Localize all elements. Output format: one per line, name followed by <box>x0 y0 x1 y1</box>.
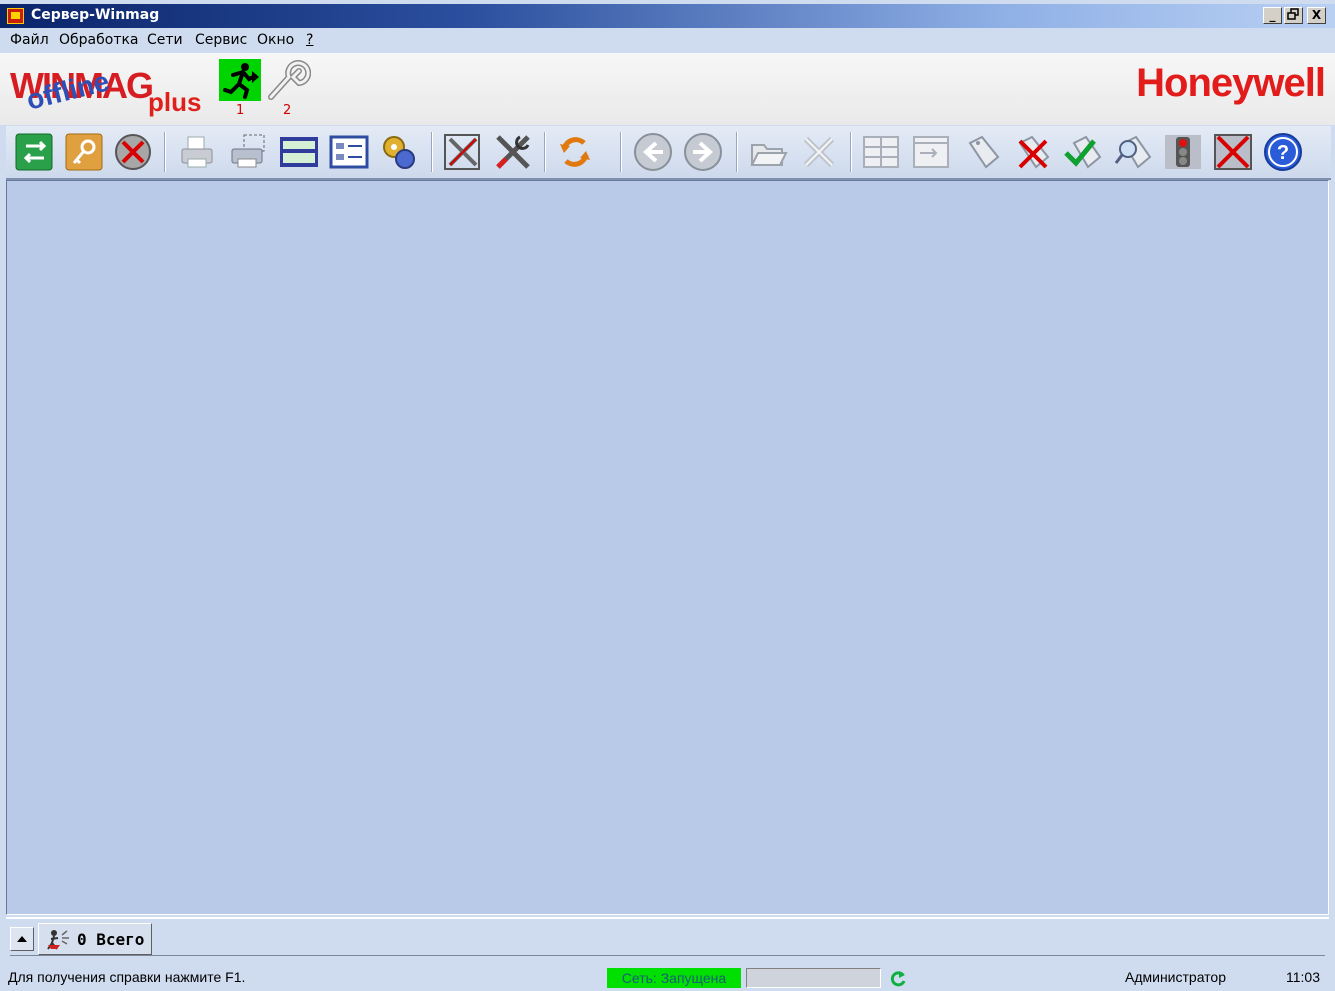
quick-button-2[interactable] <box>265 59 312 101</box>
grid-view-button[interactable] <box>860 131 902 173</box>
print-icon <box>181 136 213 168</box>
refresh-green-icon[interactable] <box>888 969 908 989</box>
app-icon[interactable] <box>7 8 24 24</box>
tag-icon <box>968 135 1000 169</box>
tag-delete-button[interactable] <box>1012 131 1054 173</box>
status-user: Администратор <box>1125 969 1227 985</box>
switch-icon <box>15 133 53 171</box>
svg-text:?: ? <box>1277 142 1289 164</box>
menu-processing[interactable]: Обработка <box>59 32 139 48</box>
disable-tools-button[interactable] <box>442 131 484 173</box>
menu-file[interactable]: Файл <box>10 32 49 48</box>
timeline-ruler <box>10 955 1325 962</box>
tag-check-button[interactable] <box>1062 131 1104 173</box>
alarm-count-tab[interactable]: 0 Всего <box>38 923 152 955</box>
alarm-count-label: 0 Всего <box>77 930 145 949</box>
status-help-text: Для получения справки нажмите F1. <box>8 969 246 985</box>
gears-button[interactable] <box>378 131 420 173</box>
print-button[interactable] <box>176 131 218 173</box>
gears-icon <box>383 136 415 169</box>
toolbar-separator <box>620 132 622 172</box>
quick-button-1[interactable] <box>219 59 261 101</box>
form-view-icon <box>913 136 949 168</box>
wrench-icon <box>268 60 312 100</box>
main-toolbar: ? <box>6 126 1331 180</box>
list-view-icon <box>329 135 369 169</box>
disable-tools-icon <box>444 134 480 170</box>
quick-button-1-label: 1 <box>236 103 245 118</box>
refresh-icon <box>560 137 590 167</box>
switch-button[interactable] <box>14 131 56 173</box>
back-icon <box>634 133 672 171</box>
logo-plus: plus <box>148 87 202 117</box>
grid-view-icon <box>863 136 899 168</box>
restore-icon <box>1287 8 1299 20</box>
cancel-icon <box>115 134 151 170</box>
minimize-button[interactable]: _ <box>1263 7 1282 24</box>
status-bar: Для получения справки нажмите F1. Сеть: … <box>0 964 1335 991</box>
close-x-icon <box>803 136 835 168</box>
traffic-light-icon <box>1165 135 1201 169</box>
status-progress <box>746 968 881 988</box>
quick-button-2-label: 2 <box>283 103 292 118</box>
help-button[interactable]: ? <box>1262 131 1304 173</box>
stop-box-icon <box>1214 134 1252 170</box>
banner: WINMAG offline plus 1 2 Honeywell <box>0 53 1335 125</box>
cancel-button[interactable] <box>112 131 154 173</box>
print-selection-icon <box>231 134 265 168</box>
tag-search-icon <box>1114 135 1152 169</box>
forward-icon <box>684 133 722 171</box>
close-button[interactable]: X <box>1307 7 1326 24</box>
alarm-panel: 0 Всего <box>6 917 1329 964</box>
keyboard-icon <box>280 137 318 167</box>
tools-icon <box>496 135 530 169</box>
open-folder-icon <box>750 144 788 166</box>
title-bar[interactable]: Сервер-Winmag _ X <box>0 4 1335 28</box>
key-button[interactable] <box>64 131 106 173</box>
tag-delete-icon <box>1018 135 1050 169</box>
app-window: Сервер-Winmag _ X Файл Обработка Сети Се… <box>0 0 1335 991</box>
toolbar-separator <box>164 132 166 172</box>
close-icon: X <box>1311 8 1322 22</box>
window-title: Сервер-Winmag <box>31 7 160 23</box>
list-view-button[interactable] <box>328 131 370 173</box>
forward-button[interactable] <box>682 131 724 173</box>
tag-search-button[interactable] <box>1112 131 1154 173</box>
stop-box-button[interactable] <box>1212 131 1254 173</box>
scroll-up-button[interactable] <box>10 927 34 951</box>
open-folder-button[interactable] <box>748 131 790 173</box>
key-icon <box>65 133 103 171</box>
toolbar-separator <box>431 132 433 172</box>
menu-help[interactable]: ? <box>306 32 313 48</box>
menu-window[interactable]: Окно <box>257 32 294 48</box>
toolbar-separator <box>736 132 738 172</box>
menu-networks[interactable]: Сети <box>147 32 183 48</box>
back-button[interactable] <box>632 131 674 173</box>
print-selection-button[interactable] <box>228 131 270 173</box>
tag-button[interactable] <box>962 131 1004 173</box>
help-icon: ? <box>1264 133 1302 171</box>
tag-check-icon <box>1064 135 1102 169</box>
honeywell-logo: Honeywell <box>1136 61 1326 105</box>
mdi-workspace[interactable] <box>6 180 1329 915</box>
form-view-button[interactable] <box>910 131 952 173</box>
winmag-logo: WINMAG offline plus <box>10 59 210 119</box>
menu-service[interactable]: Сервис <box>195 32 247 48</box>
close-x-button[interactable] <box>798 131 840 173</box>
menu-bar: Файл Обработка Сети Сервис Окно ? <box>0 28 1335 52</box>
alarm-person-icon <box>47 930 69 950</box>
refresh-button[interactable] <box>554 131 596 173</box>
arrow-up-icon <box>17 936 27 942</box>
running-man-icon <box>223 63 259 99</box>
toolbar-separator <box>544 132 546 172</box>
keyboard-button[interactable] <box>278 131 320 173</box>
tools-button[interactable] <box>492 131 534 173</box>
traffic-light-button[interactable] <box>1162 131 1204 173</box>
restore-button[interactable] <box>1284 7 1303 24</box>
minimize-icon: _ <box>1269 8 1276 22</box>
network-status: Сеть: Запущена <box>607 968 741 988</box>
toolbar-separator <box>850 132 852 172</box>
status-clock: 11:03 <box>1286 969 1320 985</box>
